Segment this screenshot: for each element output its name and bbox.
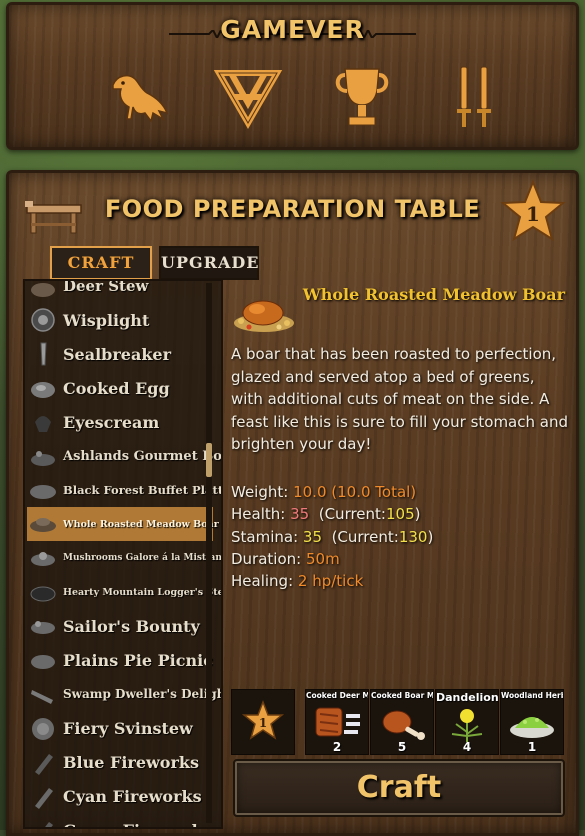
eyescream-icon bbox=[35, 416, 51, 432]
list-item[interactable]: Deer Stew bbox=[27, 279, 213, 303]
list-item[interactable]: Cyan Fireworks bbox=[27, 779, 213, 813]
requirement-dandelion: Dandelion 4 bbox=[435, 689, 499, 755]
list-item[interactable]: Black Forest Buffet Platter bbox=[27, 473, 221, 507]
stat-healing: Healing: 2 hp/tick bbox=[231, 572, 364, 591]
valknut-icon[interactable] bbox=[213, 63, 283, 133]
list-item-label: Fiery Svinstew bbox=[63, 718, 193, 738]
stew-icon bbox=[31, 283, 55, 297]
top-menu-panel: GAMEVER bbox=[6, 2, 579, 150]
list-item[interactable]: Swamp Dweller's Delight bbox=[27, 677, 221, 711]
requirement-amount: 1 bbox=[527, 740, 537, 754]
list-item-label: Green Fireworks bbox=[63, 821, 212, 828]
list-item[interactable]: Plains Pie Picnic bbox=[27, 643, 213, 677]
blue-fireworks-icon bbox=[35, 754, 53, 775]
requirement-amount: 4 bbox=[462, 740, 472, 754]
crafting-panel: FOOD PREPARATION TABLE 1 CRAFT UPGRADE D… bbox=[6, 170, 579, 836]
svg-text:1: 1 bbox=[259, 716, 267, 730]
sailors-bounty-icon bbox=[31, 621, 55, 634]
required-station-level: 1 bbox=[231, 689, 295, 755]
star-icon: 1 bbox=[500, 179, 566, 242]
requirement-name: Cooked Deer Meat bbox=[306, 691, 368, 700]
requirement-cooked-boar-meat: Cooked Boar Meat 5 bbox=[370, 689, 434, 755]
list-item[interactable]: Ashlands Gourmet Bowl bbox=[27, 439, 221, 473]
list-item[interactable]: Mushrooms Galore á la Mistlands bbox=[27, 541, 221, 575]
requirement-woodland-herb-blend: Woodland Herb Blend 1 bbox=[500, 689, 564, 755]
menu-title: GAMEVER bbox=[220, 15, 365, 44]
tab-upgrade[interactable]: UPGRADE bbox=[159, 246, 259, 280]
woodland-herb-blend-icon bbox=[510, 717, 554, 738]
list-item-label: Mushrooms Galore á la Mistlands bbox=[63, 553, 223, 563]
mushrooms-icon bbox=[31, 552, 55, 566]
requirement-amount: 5 bbox=[397, 740, 407, 754]
svinstew-icon bbox=[32, 718, 54, 740]
list-item-label: Swamp Dweller's Delight bbox=[63, 687, 223, 701]
selected-recipe-description: A boar that has been roasted to perfecti… bbox=[231, 345, 568, 453]
list-item-label: Black Forest Buffet Platter bbox=[63, 483, 223, 497]
star-icon: 1 bbox=[241, 700, 285, 740]
requirement-amount: 2 bbox=[332, 740, 342, 754]
list-item[interactable]: Whole Roasted Meadow Boar bbox=[27, 507, 219, 541]
recipe-details: Whole Roasted Meadow Boar A boar that ha… bbox=[223, 279, 573, 689]
dandelion-icon bbox=[451, 709, 483, 742]
logger-stew-icon bbox=[30, 586, 56, 602]
station-level-text: 1 bbox=[526, 202, 540, 226]
swamp-delight-icon bbox=[31, 690, 53, 704]
buffet-platter-icon bbox=[30, 485, 56, 499]
list-item[interactable]: Wisplight bbox=[27, 303, 213, 337]
pie-picnic-icon bbox=[31, 655, 55, 669]
stat-health: Health: 35 (Current:105) bbox=[231, 505, 421, 524]
list-item[interactable]: Cooked Egg bbox=[27, 371, 213, 405]
requirement-cooked-deer-meat: Cooked Deer Meat 2 bbox=[305, 689, 369, 755]
list-item[interactable]: Sealbreaker bbox=[27, 337, 213, 371]
roasted-boar-icon bbox=[234, 300, 294, 332]
list-item-label: Hearty Mountain Logger's Stew bbox=[63, 586, 223, 598]
station-level-badge: 1 bbox=[500, 179, 566, 245]
list-item-label: Cooked Egg bbox=[63, 378, 170, 398]
requirement-name: Cooked Boar Meat bbox=[371, 691, 433, 700]
station-title: FOOD PREPARATION TABLE bbox=[104, 195, 481, 223]
list-item[interactable]: Sailor's Bounty bbox=[27, 609, 213, 643]
requirement-name: Woodland Herb Blend bbox=[501, 691, 563, 700]
raven-icon[interactable] bbox=[105, 63, 175, 133]
cooked-egg-icon bbox=[31, 382, 55, 398]
stat-weight: Weight: 10.0 (10.0 Total) bbox=[231, 483, 417, 501]
craft-button[interactable]: Craft bbox=[233, 759, 565, 817]
list-item-label: Plains Pie Picnic bbox=[63, 650, 213, 670]
roasted-boar-icon bbox=[30, 518, 56, 532]
tab-craft[interactable]: CRAFT bbox=[50, 246, 152, 280]
gourmet-bowl-icon bbox=[31, 451, 55, 466]
recipe-list-scrollbar[interactable] bbox=[206, 283, 212, 823]
recipe-stats: Weight: 10.0 (10.0 Total) Health: 35 (Cu… bbox=[231, 481, 433, 592]
cooked-boar-meat-icon bbox=[382, 710, 425, 740]
list-item[interactable]: Green Fireworks bbox=[27, 813, 213, 828]
cooked-deer-meat-icon bbox=[315, 707, 360, 737]
list-item[interactable]: Hearty Mountain Logger's Stew bbox=[27, 575, 221, 609]
swords-icon[interactable] bbox=[439, 63, 509, 133]
sealbreaker-icon bbox=[40, 342, 47, 366]
list-item-label: Blue Fireworks bbox=[63, 752, 199, 772]
list-item-label: Sailor's Bounty bbox=[63, 616, 200, 636]
list-item[interactable]: Eyescream bbox=[27, 405, 213, 439]
cyan-fireworks-icon bbox=[35, 788, 53, 809]
list-item-label: Eyescream bbox=[63, 412, 160, 432]
trophy-icon[interactable] bbox=[327, 63, 397, 133]
list-item-label: Ashlands Gourmet Bowl bbox=[63, 448, 223, 464]
recipe-list[interactable]: Deer Stew Wisplight Sealbreaker Cooked Egg E… bbox=[23, 279, 223, 829]
list-item-label: Deer Stew bbox=[63, 279, 149, 295]
scrollbar-thumb[interactable] bbox=[206, 443, 212, 477]
list-item[interactable]: Blue Fireworks bbox=[27, 745, 213, 779]
list-item-label: Cyan Fireworks bbox=[63, 786, 202, 806]
list-item[interactable]: Fiery Svinstew bbox=[27, 711, 213, 745]
list-item-label: Whole Roasted Meadow Boar bbox=[63, 518, 219, 530]
selected-recipe-name: Whole Roasted Meadow Boar bbox=[302, 285, 565, 304]
stat-stamina: Stamina: 35 (Current:130) bbox=[231, 527, 434, 546]
list-item-label: Wisplight bbox=[63, 310, 150, 330]
stat-duration: Duration: 50m bbox=[231, 549, 340, 568]
wisplight-icon bbox=[31, 308, 55, 332]
green-fireworks-icon bbox=[45, 822, 53, 827]
list-item-label: Sealbreaker bbox=[63, 344, 172, 364]
